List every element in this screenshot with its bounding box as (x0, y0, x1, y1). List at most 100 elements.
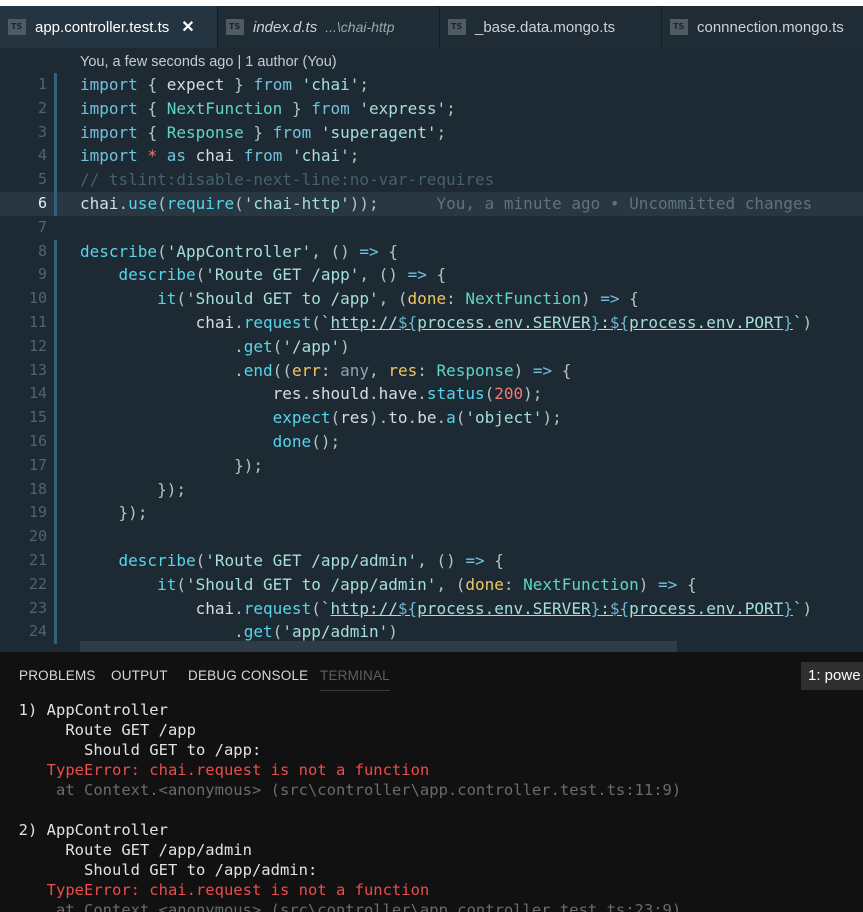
code-line[interactable]: 13 .end((err: any, res: Response) => { (0, 359, 863, 383)
tab-connection-mongo[interactable]: TS connnection.mongo.ts (662, 6, 863, 48)
typescript-file-icon: TS (670, 19, 688, 35)
code-editor[interactable]: You, a few seconds ago | 1 author (You) … (0, 48, 863, 652)
terminal-output[interactable]: 1) AppController Route GET /app Should G… (0, 700, 682, 912)
code-text: import { expect } from 'chai'; (80, 75, 370, 94)
code-line[interactable]: 2 import { NextFunction } from 'express'; (0, 97, 863, 121)
line-number: 12 (28, 336, 47, 355)
code-text: done(); (272, 431, 341, 451)
line-number: 18 (28, 479, 47, 498)
line-number: 4 (37, 146, 47, 165)
code-line[interactable]: 21 describe('Route GET /app/admin', () =… (0, 549, 863, 573)
line-number: 21 (28, 550, 47, 569)
line-number: 9 (37, 265, 47, 284)
code-line[interactable]: 17 }); (0, 454, 863, 478)
editor-tab-bar: TS app.controller.test.ts ✕ TS index.d.t… (0, 6, 863, 48)
code-text: .end((err: any, res: Response) => { (234, 360, 572, 380)
typescript-file-icon: TS (8, 19, 26, 35)
git-change-gutter-bar (54, 73, 57, 216)
tab-description: ...\chai-http (325, 19, 395, 35)
typescript-file-icon: TS (448, 19, 466, 35)
code-line[interactable]: 10 it('Should GET to /app', (done: NextF… (0, 287, 863, 311)
tab-debug-console[interactable]: DEBUG CONSOLE (188, 668, 308, 683)
code-text: .get('/app') (234, 336, 350, 356)
code-text: import { NextFunction } from 'express'; (80, 98, 456, 118)
code-line[interactable]: 19 }); (0, 501, 863, 525)
line-number: 24 (28, 622, 47, 641)
tab-index-d-ts[interactable]: TS index.d.ts ...\chai-http (218, 6, 440, 48)
code-line[interactable]: 1 import { expect } from 'chai'; (0, 73, 863, 97)
code-line[interactable]: 9 describe('Route GET /app', () => { (0, 263, 863, 287)
line-number: 3 (37, 122, 47, 141)
line-number: 16 (28, 431, 47, 450)
bottom-panel: PROBLEMS OUTPUT DEBUG CONSOLE TERMINAL 1… (0, 652, 863, 912)
code-text: }); (234, 455, 264, 475)
code-line[interactable]: 16 done(); (0, 430, 863, 454)
tab-label: connnection.mongo.ts (697, 18, 844, 36)
line-number: 8 (37, 241, 47, 260)
code-line[interactable]: 22 it('Should GET to /app/admin', (done:… (0, 573, 863, 597)
line-number: 17 (28, 455, 47, 474)
code-line[interactable]: 14 res.should.have.status(200); (0, 382, 863, 406)
line-number: 10 (28, 289, 47, 308)
terminal-line: Route GET /app (0, 721, 196, 739)
close-icon[interactable]: ✕ (181, 17, 194, 37)
code-line[interactable]: 15 expect(res).to.be.a('object'); (0, 406, 863, 430)
tab-label: app.controller.test.ts (35, 18, 170, 36)
code-area[interactable]: 1 import { expect } from 'chai'; 2 import {… (0, 73, 863, 645)
tab-output[interactable]: OUTPUT (111, 668, 168, 683)
horizontal-scrollbar-thumb[interactable] (80, 641, 677, 652)
line-number: 2 (37, 98, 47, 117)
tab-problems[interactable]: PROBLEMS (19, 668, 96, 683)
code-text: describe('Route GET /app/admin', () => { (118, 550, 504, 570)
code-line[interactable]: 20 (0, 525, 863, 549)
line-number: 11 (28, 312, 47, 331)
tab-app-controller-test[interactable]: TS app.controller.test.ts ✕ (0, 6, 218, 48)
code-line[interactable]: 3 import { Response } from 'superagent'; (0, 121, 863, 145)
line-number: 22 (28, 574, 47, 593)
code-line[interactable]: 6 chai.use(require('chai-http')); You, a … (0, 191, 863, 216)
code-line[interactable]: 12 .get('/app') (0, 335, 863, 359)
code-line[interactable]: 8 describe('AppController', () => { (0, 240, 863, 264)
inline-blame-annotation: You, a minute ago • Uncommitted changes (378, 193, 813, 213)
code-text: expect(res).to.be.a('object'); (272, 408, 562, 428)
tab-label: index.d.ts (253, 18, 318, 36)
terminal-line: Should GET to /app/admin: (0, 861, 318, 879)
terminal-select-dropdown[interactable]: 1: powe (801, 662, 863, 690)
terminal-line: at Context.<anonymous> (src\controller\a… (0, 901, 682, 912)
code-text: chai.request(`http://${process.env.SERVE… (195, 312, 813, 332)
line-number: 5 (37, 170, 47, 189)
line-number: 20 (28, 527, 47, 546)
terminal-line: Route GET /app/admin (0, 841, 252, 859)
line-number: 6 (37, 193, 47, 212)
code-line[interactable]: 11 chai.request(`http://${process.env.SE… (0, 311, 863, 335)
terminal-line: at Context.<anonymous> (src\controller\a… (0, 781, 682, 799)
line-number: 14 (28, 384, 47, 403)
code-text: }); (118, 503, 148, 523)
code-text: it('Should GET to /app/admin', (done: Ne… (157, 574, 697, 594)
typescript-file-icon: TS (226, 19, 244, 35)
line-number: 13 (28, 360, 47, 379)
git-change-gutter-bar (54, 239, 57, 645)
git-blame-codelens[interactable]: You, a few seconds ago | 1 author (You) (80, 54, 337, 70)
code-line[interactable]: 18 }); (0, 478, 863, 502)
code-line[interactable]: 5 // tslint:disable-next-line:no-var-requ… (0, 168, 863, 192)
terminal-line: Should GET to /app: (0, 741, 262, 759)
line-number: 1 (37, 75, 47, 93)
line-number: 7 (37, 217, 47, 236)
terminal-line: TypeError: chai.request is not a functio… (0, 761, 430, 779)
code-line[interactable]: 23 chai.request(`http://${process.env.SE… (0, 597, 863, 621)
code-line[interactable]: 7 (0, 216, 863, 240)
code-line[interactable]: 4 import * as chai from 'chai'; (0, 144, 863, 168)
code-text: import * as chai from 'chai'; (80, 146, 360, 166)
line-number: 15 (28, 408, 47, 427)
code-text: describe('AppController', () => { (80, 241, 398, 261)
terminal-line: TypeError: chai.request is not a functio… (0, 881, 430, 899)
line-number: 23 (28, 598, 47, 617)
tab-base-data-mongo[interactable]: TS _base.data.mongo.ts (440, 6, 662, 48)
code-text: chai.use(require('chai-http')); You, a m… (80, 193, 813, 213)
tab-terminal[interactable]: TERMINAL (320, 668, 390, 691)
code-text: chai.request(`http://${process.env.SERVE… (195, 598, 813, 618)
terminal-line: 1) AppController (0, 701, 168, 719)
code-text: describe('Route GET /app', () => { (118, 265, 447, 285)
